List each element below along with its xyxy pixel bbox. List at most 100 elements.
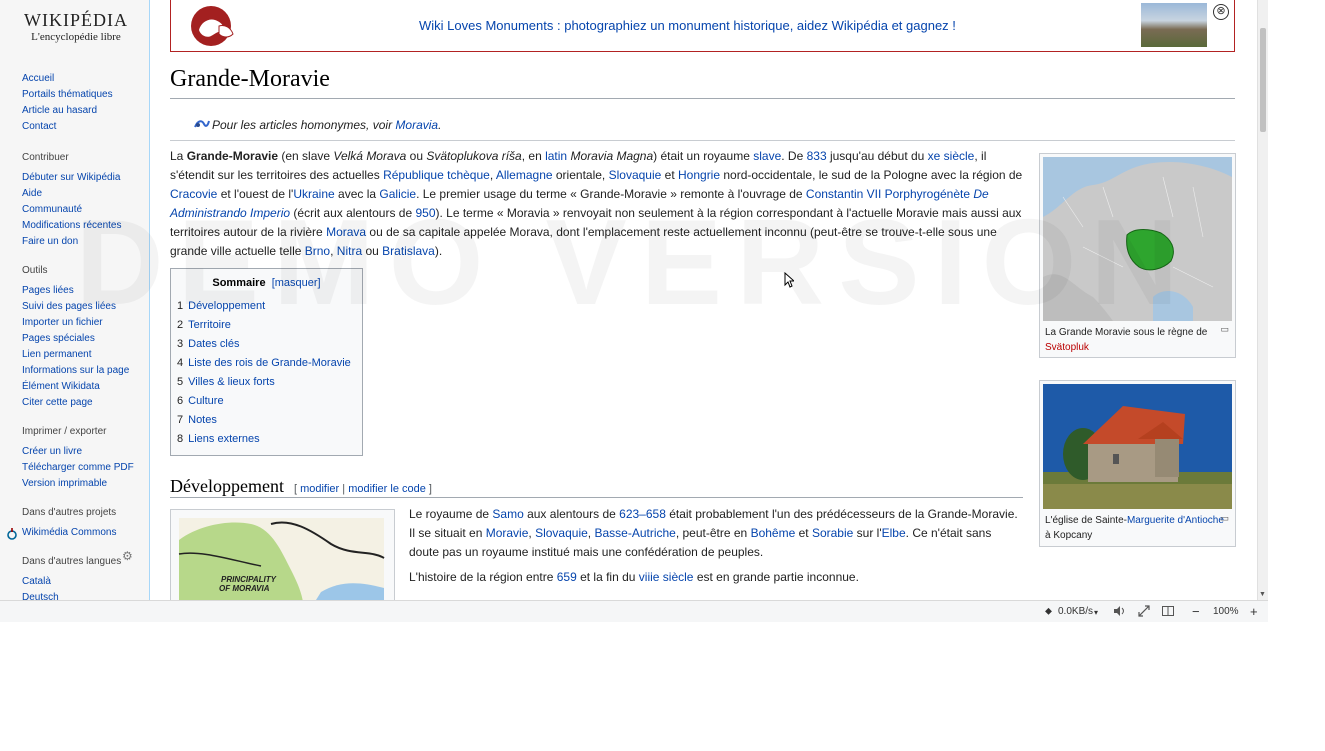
nav-item-citer[interactable]: Citer cette page (22, 395, 129, 411)
nav-item-suivi[interactable]: Suivi des pages liées (22, 299, 129, 315)
vertical-scrollbar[interactable]: ▼ (1257, 0, 1268, 600)
zoom-level[interactable]: 100% (1213, 606, 1239, 617)
magnify-icon[interactable]: ▭ (1220, 513, 1229, 524)
nav-item-pages-liees[interactable]: Pages liées (22, 283, 129, 299)
link-bratislava[interactable]: Bratislava (382, 244, 435, 258)
principality-map-thumbnail[interactable]: PRINCIPALITY OF MORAVIA (170, 509, 395, 600)
toc-link[interactable]: Liens externes (188, 433, 260, 445)
link-allemagne[interactable]: Allemagne (496, 168, 553, 182)
link-slovaquie[interactable]: Slovaquie (609, 168, 662, 182)
nav-item-modifications[interactable]: Modifications récentes (22, 218, 122, 234)
nav-item-portails[interactable]: Portails thématiques (22, 87, 113, 103)
nav-item-livre[interactable]: Créer un livre (22, 444, 134, 460)
nav-item-communaute[interactable]: Communauté (22, 202, 122, 218)
scroll-down-arrow-icon[interactable]: ▼ (1259, 591, 1266, 598)
toc-item[interactable]: 1 Développement (177, 297, 362, 316)
edit-link[interactable]: modifier (300, 483, 339, 495)
page-title: Grande-Moravie (170, 66, 330, 92)
text: à Kopcany (1045, 530, 1093, 541)
toc-item[interactable]: 3 Dates clés (177, 335, 362, 354)
link-950[interactable]: 950 (415, 206, 435, 220)
toc-link[interactable]: Villes & lieux forts (188, 376, 275, 388)
toc-link[interactable]: Territoire (188, 319, 231, 331)
link-svatopluk[interactable]: Svätopluk (1045, 342, 1089, 353)
link-ukraine[interactable]: Ukraine (293, 187, 334, 201)
gear-icon[interactable]: ⚙ (122, 549, 133, 563)
nav-item-wikidata[interactable]: Élément Wikidata (22, 379, 129, 395)
nav-item-aide[interactable]: Aide (22, 186, 122, 202)
toc-link[interactable]: Dates clés (188, 338, 239, 350)
link-sorabie[interactable]: Sorabie (812, 526, 853, 540)
nav-item-informations[interactable]: Informations sur la page (22, 363, 129, 379)
toc-link[interactable]: Liste des rois de Grande-Moravie (188, 357, 351, 369)
toc-item[interactable]: 2 Territoire (177, 316, 362, 335)
nav-item-pdf[interactable]: Télécharger comme PDF (22, 460, 134, 476)
link-galicie[interactable]: Galicie (379, 187, 416, 201)
network-speed: 0.0KB/s (1058, 606, 1094, 617)
speaker-icon[interactable] (1112, 604, 1126, 621)
nav-item-importer[interactable]: Importer un fichier (22, 315, 129, 331)
nav-item-accueil[interactable]: Accueil (22, 71, 113, 87)
banner-castle-image[interactable] (1141, 3, 1207, 47)
link-marguerite[interactable]: Marguerite d'Antioche (1127, 515, 1224, 526)
link-moravie[interactable]: Moravie (486, 526, 529, 540)
link-morava[interactable]: Morava (326, 225, 366, 239)
toc-toggle[interactable]: [masquer] (272, 277, 321, 289)
nav-item-permanent[interactable]: Lien permanent (22, 347, 129, 363)
toc-item[interactable]: 8 Liens externes (177, 430, 362, 449)
fullscreen-icon[interactable] (1137, 604, 1151, 621)
nav-item-debuter[interactable]: Débuter sur Wikipédia (22, 170, 122, 186)
link-samo[interactable]: Samo (492, 507, 523, 521)
intro-paragraph: La Grande-Moravie (en slave Velká Morava… (170, 147, 1025, 261)
link-hongrie[interactable]: Hongrie (678, 168, 720, 182)
nav-item-commons[interactable]: Wikimédia Commons (22, 525, 116, 541)
nav-item-don[interactable]: Faire un don (22, 234, 122, 250)
europe-map[interactable] (1043, 157, 1232, 321)
nav-item-deutsch[interactable]: Deutsch (22, 590, 121, 600)
text: et l'ouest de l' (217, 187, 294, 201)
link-slave[interactable]: slave (753, 149, 781, 163)
text: et (795, 526, 812, 540)
link-brno[interactable]: Brno (305, 244, 330, 258)
link-basse-autriche[interactable]: Basse-Autriche (594, 526, 675, 540)
homonym-link[interactable]: Moravia (395, 118, 438, 132)
logo-subtitle: L'encyclopédie libre (31, 31, 121, 43)
link-slovaquie[interactable]: Slovaquie (535, 526, 588, 540)
church-photo[interactable] (1043, 384, 1232, 509)
nav-item-contact[interactable]: Contact (22, 119, 113, 135)
wikipedia-logo[interactable]: WIKIPÉDIA L'encyclopédie libre (14, 0, 138, 43)
link-659[interactable]: 659 (557, 570, 577, 584)
edit-source-link[interactable]: modifier le code (348, 483, 426, 495)
toc-item[interactable]: 4 Liste des rois de Grande-Moravie (177, 354, 362, 373)
toc-link[interactable]: Notes (188, 414, 217, 426)
nav-item-speciales[interactable]: Pages spéciales (22, 331, 129, 347)
zoom-out-button[interactable]: − (1192, 604, 1200, 619)
nav-item-hasard[interactable]: Article au hasard (22, 103, 113, 119)
magnify-icon[interactable]: ▭ (1220, 324, 1229, 335)
link-623-658[interactable]: 623–658 (619, 507, 666, 521)
toc-item[interactable]: 7 Notes (177, 411, 362, 430)
nav-item-imprimable[interactable]: Version imprimable (22, 476, 134, 492)
link-republique-tcheque[interactable]: République tchèque (383, 168, 490, 182)
toc-item[interactable]: 5 Villes & lieux forts (177, 373, 362, 392)
chevron-down-icon[interactable]: ▾ (1094, 608, 1098, 617)
banner-text[interactable]: Wiki Loves Monuments : photographiez un … (419, 18, 956, 33)
split-view-icon[interactable] (1161, 604, 1175, 621)
link-cracovie[interactable]: Cracovie (170, 187, 217, 201)
toc-item[interactable]: 6 Culture (177, 392, 362, 411)
link-constantin[interactable]: Constantin VII Porphyrogénète (806, 187, 970, 201)
link-xe-siecle[interactable]: xe siècle (928, 149, 975, 163)
link-833[interactable]: 833 (807, 149, 827, 163)
link-latin[interactable]: latin (545, 149, 567, 163)
link-elbe[interactable]: Elbe (882, 526, 906, 540)
link-boheme[interactable]: Bohême (751, 526, 796, 540)
toc-link[interactable]: Développement (188, 300, 265, 312)
nav-item-catala[interactable]: Català (22, 574, 121, 590)
link-nitra[interactable]: Nitra (337, 244, 362, 258)
zoom-in-button[interactable]: + (1250, 604, 1258, 619)
close-icon[interactable]: ⊗ (1213, 4, 1229, 20)
scrollbar-thumb[interactable] (1260, 28, 1266, 132)
link-viiie-siecle[interactable]: viiie siècle (639, 570, 694, 584)
wlm-banner[interactable]: Wiki Loves Monuments : photographiez un … (170, 0, 1235, 52)
toc-link[interactable]: Culture (188, 395, 223, 407)
